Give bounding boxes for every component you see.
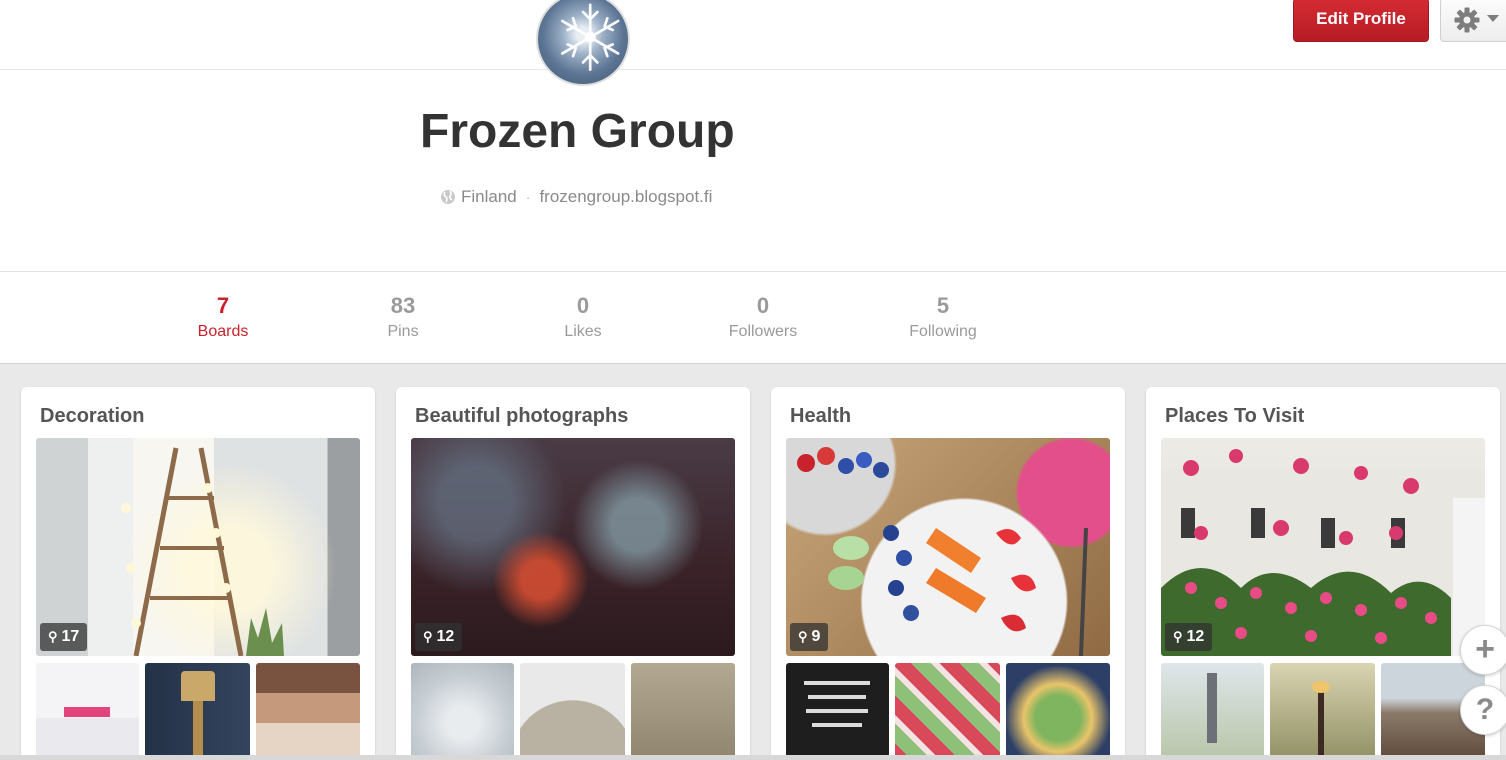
stats-bottom-divider	[0, 363, 1506, 364]
board-card-health[interactable]: Health ⚲ 9	[771, 387, 1125, 760]
pin-icon: ⚲	[798, 629, 808, 644]
help-button[interactable]: ?	[1460, 685, 1506, 735]
snowflake-icon	[560, 3, 620, 71]
board-card-beautiful-photographs[interactable]: Beautiful photographs ⚲ 12	[396, 387, 750, 760]
board-cover-image	[786, 438, 1110, 656]
board-title: Health	[790, 405, 852, 427]
header-divider	[0, 69, 1506, 70]
pin-icon: ⚲	[1173, 629, 1183, 644]
stat-count: 7	[216, 293, 230, 318]
stat-pins[interactable]: 83 Pins	[333, 292, 473, 344]
board-thumbnail	[145, 663, 250, 760]
pin-count: 9	[811, 628, 821, 645]
board-thumbnail	[786, 663, 889, 760]
edit-profile-button[interactable]: Edit Profile	[1293, 0, 1429, 42]
globe-icon	[441, 190, 455, 204]
stat-count: 5	[936, 293, 950, 318]
pin-icon: ⚲	[48, 629, 58, 644]
board-title: Beautiful photographs	[415, 405, 629, 427]
stat-label: Followers	[728, 323, 798, 340]
board-thumbnail	[895, 663, 1000, 760]
board-thumbnail	[520, 663, 625, 760]
board-thumbnail	[1006, 663, 1110, 760]
stat-label: Following	[909, 323, 977, 340]
pin-count: 17	[61, 628, 80, 645]
settings-menu-button[interactable]	[1440, 0, 1506, 42]
pin-count-badge: ⚲ 9	[790, 623, 829, 651]
horizontal-scrollbar[interactable]	[0, 755, 1506, 760]
pin-count: 12	[1186, 628, 1205, 645]
stat-followers[interactable]: 0 Followers	[693, 292, 833, 344]
board-thumbnail	[36, 663, 139, 760]
profile-meta: Finland · frozengroup.blogspot.fi	[440, 187, 712, 207]
pin-count-badge: ⚲ 17	[40, 623, 88, 651]
stats-divider	[0, 271, 1506, 272]
add-pin-button[interactable]: +	[1460, 625, 1506, 675]
board-title: Places To Visit	[1165, 405, 1305, 427]
board-thumbnail	[256, 663, 360, 760]
stat-following[interactable]: 5 Following	[873, 292, 1013, 344]
board-card-decoration[interactable]: Decoration ⚲ 17	[21, 387, 375, 760]
board-card-places-to-visit[interactable]: Places To Visit ⚲ 12	[1146, 387, 1500, 760]
stat-likes[interactable]: 0 Likes	[513, 292, 653, 344]
board-thumbnail	[411, 663, 514, 760]
stat-label: Boards	[197, 323, 249, 340]
caret-down-icon	[1487, 15, 1499, 22]
pin-icon: ⚲	[423, 629, 433, 644]
stat-count: 0	[576, 293, 590, 318]
stat-count: 83	[390, 293, 416, 318]
stat-label: Likes	[564, 323, 602, 340]
stat-count: 0	[756, 293, 770, 318]
board-thumbnail	[1270, 663, 1375, 760]
pin-count-badge: ⚲ 12	[415, 623, 463, 651]
board-title: Decoration	[40, 405, 145, 427]
pin-count: 12	[436, 628, 455, 645]
pin-count-badge: ⚲ 12	[1165, 623, 1213, 651]
meta-separator: ·	[525, 189, 531, 205]
stat-label: Pins	[387, 323, 419, 340]
website-link[interactable]: frozengroup.blogspot.fi	[539, 187, 712, 207]
profile-name: Frozen Group	[420, 105, 735, 158]
stat-boards[interactable]: 7 Boards	[153, 292, 293, 344]
location-text: Finland	[461, 187, 517, 206]
board-thumbnail	[631, 663, 735, 760]
board-thumbnail	[1161, 663, 1264, 760]
gear-icon	[1454, 7, 1480, 33]
